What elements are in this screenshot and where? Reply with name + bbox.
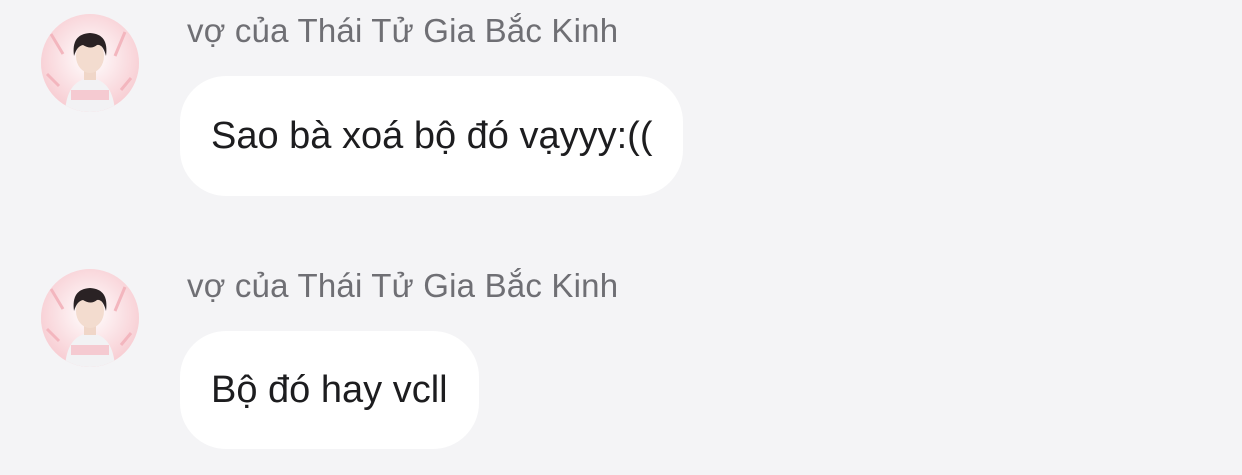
message-bubble[interactable]: Bộ đó hay vcll bbox=[180, 331, 479, 449]
user-avatar-icon[interactable] bbox=[41, 269, 139, 367]
sender-name: vợ của Thái Tử Gia Bắc Kinh bbox=[187, 12, 619, 49]
message-text: Sao bà xoá bộ đó vạyyy:(( bbox=[211, 115, 653, 157]
message-bubble[interactable]: Sao bà xoá bộ đó vạyyy:(( bbox=[180, 76, 684, 196]
chat-message: vợ của Thái Tử Gia Bắc Kinh Sao bà xoá b… bbox=[0, 0, 1242, 200]
sender-name: vợ của Thái Tử Gia Bắc Kinh bbox=[187, 267, 619, 304]
user-avatar-icon[interactable] bbox=[41, 14, 139, 112]
chat-message: vợ của Thái Tử Gia Bắc Kinh Bộ đó hay vc… bbox=[0, 255, 1242, 455]
message-text: Bộ đó hay vcll bbox=[211, 369, 448, 411]
